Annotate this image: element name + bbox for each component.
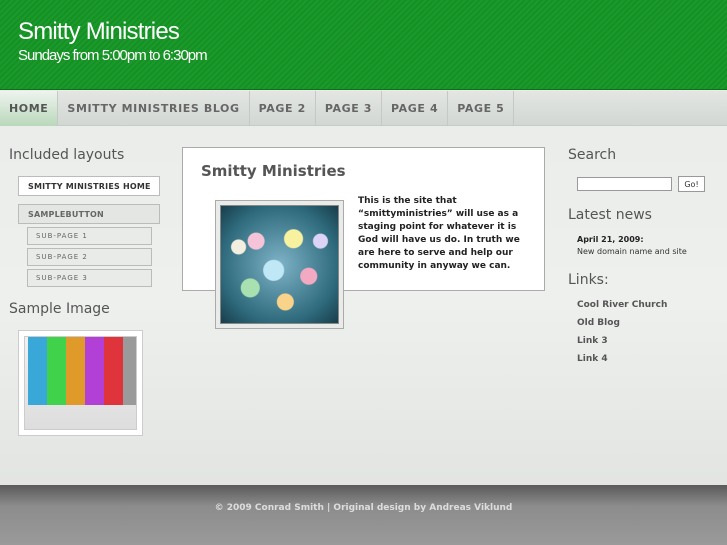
site-header: Smitty Ministries Sundays from 5:00pm to…	[0, 0, 727, 90]
search-input[interactable]	[577, 177, 672, 191]
news-date: April 21, 2009:	[577, 235, 644, 244]
nav-item-page-3[interactable]: PAGE 3	[316, 91, 383, 126]
palette-swatch-orange	[66, 337, 85, 405]
main-title: Smitty Ministries	[201, 162, 346, 180]
palette-swatch-green	[47, 337, 66, 405]
palette-swatch-gray	[123, 337, 136, 405]
link-old-blog[interactable]: Old Blog	[577, 318, 620, 328]
site-footer: © 2009 Conrad Smith | Original design by…	[0, 485, 727, 545]
links-heading: Links:	[568, 272, 609, 288]
nav-item-page-5[interactable]: PAGE 5	[448, 91, 515, 126]
search-go-button[interactable]: Go!	[678, 176, 705, 192]
palette-swatch-purple	[85, 337, 104, 405]
link-cool-river-church[interactable]: Cool River Church	[577, 300, 667, 310]
nav-item-page-4[interactable]: PAGE 4	[382, 91, 449, 126]
search-heading: Search	[568, 147, 617, 163]
main-nav: HOME SMITTY MINISTRIES BLOG PAGE 2 PAGE …	[0, 91, 727, 126]
layout-button-home[interactable]: SMITTY MINISTRIES HOME	[18, 176, 160, 196]
latest-news-heading: Latest news	[568, 207, 652, 223]
nav-item-home[interactable]: HOME	[0, 91, 59, 126]
color-palette-image	[24, 336, 137, 430]
sub-page-1-button[interactable]: SUB-PAGE 1	[27, 227, 152, 245]
news-text: New domain name and site	[577, 247, 687, 256]
nav-item-page-2[interactable]: PAGE 2	[250, 91, 316, 126]
site-title[interactable]: Smitty Ministries	[18, 18, 180, 46]
site-tagline: Sundays from 5:00pm to 6:30pm	[18, 47, 208, 64]
link-4[interactable]: Link 4	[577, 354, 608, 364]
sample-image-frame	[18, 330, 143, 436]
palette-swatch-blue	[28, 337, 47, 405]
sub-page-3-button[interactable]: SUB-PAGE 3	[27, 269, 152, 287]
layouts-heading: Included layouts	[9, 147, 125, 163]
photo-frame	[215, 200, 344, 329]
link-3[interactable]: Link 3	[577, 336, 608, 346]
main-body-text: This is the site that “smittyministries”…	[358, 196, 520, 271]
sample-image-heading: Sample Image	[9, 301, 110, 317]
layout-button-sample[interactable]: SAMPLEBUTTON	[18, 204, 160, 224]
nav-item-blog[interactable]: SMITTY MINISTRIES BLOG	[58, 91, 250, 126]
footer-credit: © 2009 Conrad Smith | Original design by…	[214, 503, 513, 513]
candy-photo	[220, 205, 339, 324]
palette-swatch-red	[104, 337, 123, 405]
sub-page-2-button[interactable]: SUB-PAGE 2	[27, 248, 152, 266]
